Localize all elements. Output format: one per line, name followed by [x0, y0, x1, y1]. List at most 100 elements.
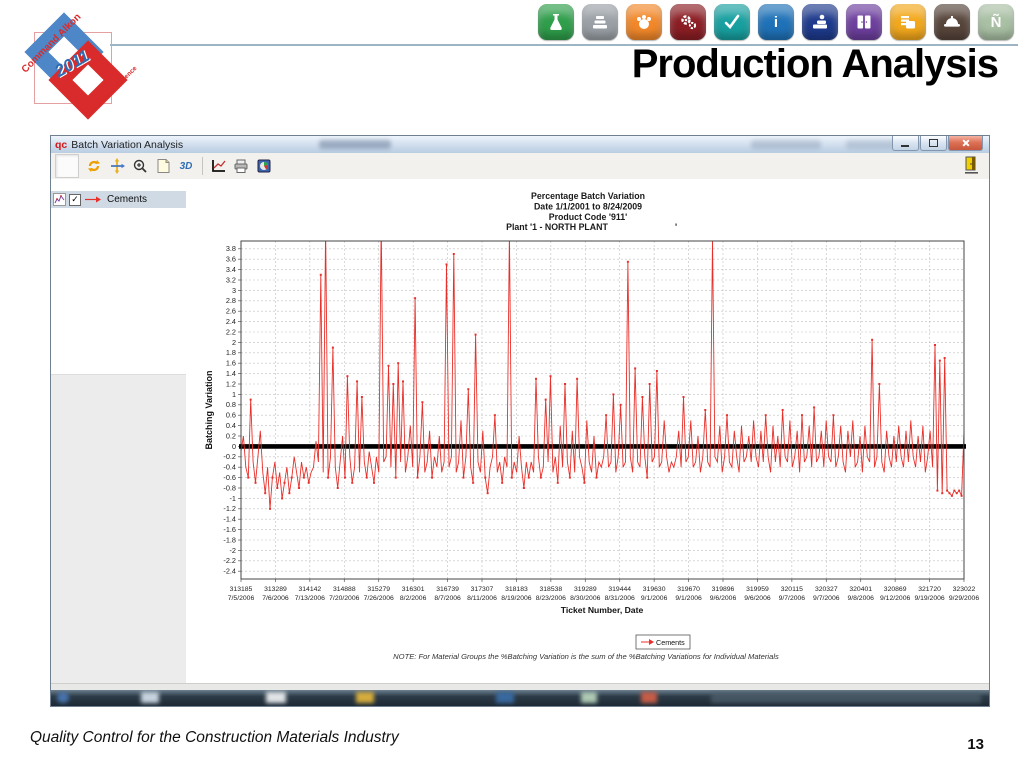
taskbar-app-blur [496, 692, 514, 703]
svg-text:Date 1/1/2001 to 8/24/2009: Date 1/1/2001 to 8/24/2009 [534, 201, 642, 211]
svg-text:319289: 319289 [574, 586, 597, 593]
svg-text:313289: 313289 [264, 586, 287, 593]
svg-text:-2.2: -2.2 [223, 556, 236, 565]
checkmark-icon[interactable] [714, 4, 750, 40]
svg-text:8/2/2006: 8/2/2006 [400, 595, 427, 602]
svg-text:Cements: Cements [656, 638, 685, 647]
stacked-cards-icon[interactable] [890, 4, 926, 40]
svg-text:9/7/2006: 9/7/2006 [813, 595, 840, 602]
start-orb-icon [57, 692, 69, 703]
svg-text:9/6/2006: 9/6/2006 [744, 595, 771, 602]
svg-text:9/1/2006: 9/1/2006 [675, 595, 702, 602]
svg-text:2.8: 2.8 [226, 296, 236, 305]
svg-text:321720: 321720 [918, 586, 941, 593]
3d-view-icon[interactable]: 3D [175, 155, 197, 177]
window-titlebar[interactable]: qc Batch Variation Analysis [51, 136, 989, 154]
blank-tool-button[interactable] [55, 154, 79, 178]
exit-door-icon[interactable] [962, 155, 980, 175]
svg-text:315279: 315279 [367, 586, 390, 593]
svg-text:1.4: 1.4 [226, 369, 236, 378]
svg-text:323022: 323022 [953, 586, 976, 593]
svg-text:9/1/2006: 9/1/2006 [641, 595, 668, 602]
doors-icon[interactable] [846, 4, 882, 40]
svg-text:8/11/2006: 8/11/2006 [467, 595, 497, 602]
svg-text:7/13/2006: 7/13/2006 [295, 595, 325, 602]
hard-hat-icon[interactable] [934, 4, 970, 40]
svg-text:Plant '1 - NORTH PLANT: Plant '1 - NORTH PLANT [506, 222, 608, 232]
taskbar [51, 690, 989, 706]
batch-variation-window: qc Batch Variation Analysis 3D [50, 135, 990, 707]
svg-text:319630: 319630 [643, 586, 666, 593]
svg-text:9/7/2006: 9/7/2006 [779, 595, 806, 602]
taskbar-app-blur [356, 692, 374, 703]
person-desk-icon[interactable] [802, 4, 838, 40]
close-button[interactable] [948, 136, 983, 151]
svg-text:0.6: 0.6 [226, 411, 236, 420]
svg-text:-1: -1 [230, 494, 237, 503]
zoom-icon[interactable] [129, 155, 151, 177]
svg-text:Percentage Batch Variation: Percentage Batch Variation [531, 191, 645, 201]
footer-tagline: Quality Control for the Construction Mat… [30, 729, 399, 747]
maximize-button[interactable] [920, 136, 947, 151]
window-toolbar: 3D [51, 153, 989, 180]
svg-text:2.4: 2.4 [226, 317, 236, 326]
series-panel: ✓ Cements [51, 179, 187, 683]
series-row-cements[interactable]: ✓ Cements [51, 191, 186, 208]
image-export-icon[interactable] [253, 155, 275, 177]
svg-text:-0.8: -0.8 [223, 483, 236, 492]
taskbar-app-blur [266, 692, 286, 703]
window-controls [891, 136, 983, 151]
svg-text:-0.6: -0.6 [223, 473, 236, 482]
app-icon-row: i Ñ [538, 4, 1014, 40]
svg-text:-1.4: -1.4 [223, 515, 236, 524]
svg-text:8/23/2006: 8/23/2006 [536, 595, 566, 602]
svg-text:-1.6: -1.6 [223, 525, 236, 534]
svg-text:Batching Variation: Batching Variation [204, 370, 214, 449]
svg-text:8/30/2006: 8/30/2006 [570, 595, 600, 602]
gears-icon[interactable] [670, 4, 706, 40]
svg-text:320869: 320869 [884, 586, 907, 593]
svg-text:9/19/2006: 9/19/2006 [914, 595, 944, 602]
svg-text:316739: 316739 [436, 586, 459, 593]
svg-text:317307: 317307 [471, 586, 494, 593]
series-checkbox[interactable]: ✓ [69, 194, 81, 206]
report-page-icon[interactable] [152, 155, 174, 177]
letter-n-icon[interactable]: Ñ [978, 4, 1014, 40]
svg-text:7/5/2006: 7/5/2006 [228, 595, 255, 602]
svg-text:-1.2: -1.2 [223, 504, 236, 513]
redacted-text-blur [319, 140, 391, 149]
flask-icon[interactable] [538, 4, 574, 40]
taskbar-app-blur [581, 692, 597, 703]
svg-text:2: 2 [232, 338, 236, 347]
layers-icon[interactable] [582, 4, 618, 40]
svg-text:8/31/2006: 8/31/2006 [605, 595, 635, 602]
svg-text:NOTE: For Material Groups the: NOTE: For Material Groups the %Batching … [393, 652, 779, 661]
info-icon[interactable]: i [758, 4, 794, 40]
print-icon[interactable] [230, 155, 252, 177]
redacted-text-blur [751, 140, 821, 149]
svg-text:319670: 319670 [677, 586, 700, 593]
svg-text:7/26/2006: 7/26/2006 [364, 595, 394, 602]
svg-text:1: 1 [232, 390, 236, 399]
refresh-icon[interactable] [83, 155, 105, 177]
svg-text:3.6: 3.6 [226, 255, 236, 264]
svg-text:2.2: 2.2 [226, 327, 236, 336]
mini-chart-icon [53, 193, 66, 206]
paw-icon[interactable] [626, 4, 662, 40]
svg-text:0.2: 0.2 [226, 431, 236, 440]
svg-text:1.8: 1.8 [226, 348, 236, 357]
toolbar-separator [202, 157, 203, 175]
svg-text:319896: 319896 [712, 586, 735, 593]
svg-text:-0.4: -0.4 [223, 463, 236, 472]
svg-text:314142: 314142 [299, 586, 322, 593]
svg-text:318183: 318183 [505, 586, 528, 593]
svg-text:314888: 314888 [333, 586, 356, 593]
svg-text:0: 0 [232, 442, 236, 451]
svg-text:318538: 318538 [540, 586, 563, 593]
chart-tool-icon[interactable] [207, 155, 229, 177]
minimize-button[interactable] [892, 136, 919, 151]
svg-text:9/6/2006: 9/6/2006 [710, 595, 737, 602]
svg-text:9/29/2006: 9/29/2006 [949, 595, 979, 602]
taskbar-app-blur [141, 692, 159, 703]
pan-arrows-icon[interactable] [106, 155, 128, 177]
